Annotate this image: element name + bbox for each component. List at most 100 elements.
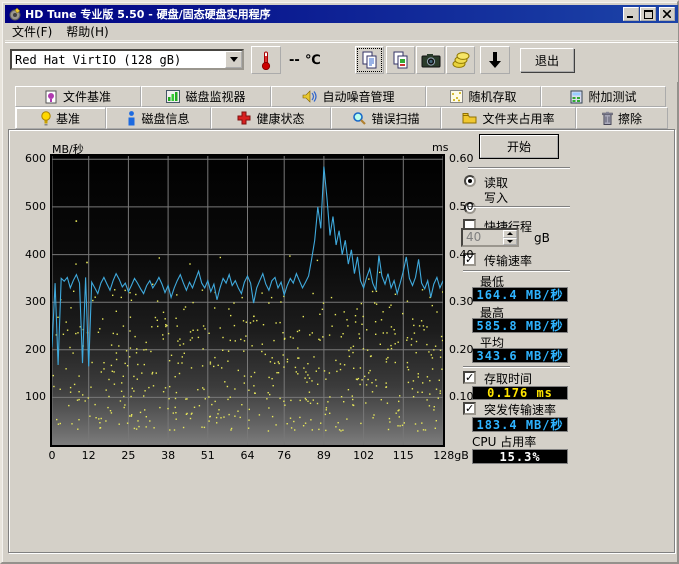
chevron-down-icon bbox=[507, 240, 513, 243]
copy-text-icon bbox=[361, 51, 379, 69]
title-bar: HD Tune 专业版 5.50 - 硬盘/固态硬盘实用程序 bbox=[5, 5, 678, 23]
access-time-label: 存取时间 bbox=[484, 370, 532, 387]
extra-tests-icon bbox=[570, 90, 583, 104]
benchmark-chart bbox=[50, 154, 445, 447]
separator bbox=[463, 366, 570, 368]
tab-label: 文件基准 bbox=[63, 88, 111, 105]
y-axis-tick-left: 200 bbox=[6, 343, 46, 356]
menu-help[interactable]: 帮助(H) bbox=[59, 22, 115, 41]
health-cross-icon bbox=[237, 111, 251, 125]
folder-icon bbox=[462, 112, 477, 124]
cpu-usage-label: CPU 占用率 bbox=[472, 433, 536, 450]
cpu-usage-value-display: 15.3% bbox=[472, 449, 568, 464]
average-value-display: 343.6 MB/秒 bbox=[472, 348, 568, 363]
maximize-button[interactable] bbox=[640, 7, 656, 21]
temperature-button[interactable] bbox=[251, 46, 281, 74]
drive-select[interactable]: Red Hat VirtIO (128 gB) bbox=[10, 49, 244, 70]
app-window: HD Tune 专业版 5.50 - 硬盘/固态硬盘实用程序 文件(F) 帮助(… bbox=[0, 0, 679, 564]
transfer-rate-label: 传输速率 bbox=[484, 252, 532, 269]
x-axis-tick: 89 bbox=[304, 449, 344, 462]
disk-info-icon bbox=[127, 111, 136, 126]
close-button[interactable] bbox=[659, 7, 675, 21]
tab-disk-monitor[interactable]: 磁盘监视器 bbox=[141, 86, 271, 107]
x-axis-tick: 115 bbox=[383, 449, 423, 462]
separator bbox=[468, 206, 570, 208]
tab-label: 磁盘监视器 bbox=[185, 88, 245, 105]
write-radio-label: 写入 bbox=[484, 189, 508, 206]
screenshot-button[interactable] bbox=[416, 46, 445, 74]
y-axis-tick-right: 0.10 bbox=[449, 390, 474, 403]
tab-label: 磁盘信息 bbox=[141, 110, 189, 127]
window-title: HD Tune 专业版 5.50 - 硬盘/固态硬盘实用程序 bbox=[25, 6, 271, 22]
temperature-unit: ℃ bbox=[305, 53, 321, 68]
short-stroke-size-stepper[interactable]: 40 bbox=[461, 228, 519, 247]
x-axis-tick: 0 bbox=[32, 449, 72, 462]
copy-image-icon bbox=[392, 51, 410, 69]
tab-aam[interactable]: 自动噪音管理 bbox=[271, 86, 426, 107]
tab-file-benchmark[interactable]: 文件基准 bbox=[15, 86, 141, 107]
tab-folder-usage[interactable]: 文件夹占用率 bbox=[441, 107, 576, 129]
tab-health[interactable]: 健康状态 bbox=[211, 107, 331, 129]
copy-image-button[interactable] bbox=[386, 46, 415, 74]
y-axis-tick-left: 600 bbox=[6, 152, 46, 165]
tab-erase[interactable]: 擦除 bbox=[576, 107, 668, 129]
tab-label: 附加测试 bbox=[588, 88, 636, 105]
disk-monitor-icon bbox=[166, 90, 180, 103]
x-axis-tick: 51 bbox=[188, 449, 228, 462]
y-axis-tick-left: 500 bbox=[6, 200, 46, 213]
x-axis-tick: 25 bbox=[108, 449, 148, 462]
tab-label: 错误扫描 bbox=[371, 110, 419, 127]
trash-icon bbox=[602, 111, 613, 125]
chevron-down-icon bbox=[230, 57, 238, 62]
exit-button[interactable]: 退出 bbox=[520, 48, 574, 72]
x-axis-tick: 38 bbox=[148, 449, 188, 462]
random-access-icon bbox=[450, 90, 463, 103]
save-results-button[interactable] bbox=[480, 46, 510, 74]
y-axis-tick-left: 400 bbox=[6, 248, 46, 261]
separator bbox=[463, 270, 570, 272]
coins-icon bbox=[452, 51, 470, 69]
y-axis-tick-right: 0.60 bbox=[449, 152, 474, 165]
x-axis-tick: 64 bbox=[228, 449, 268, 462]
y-axis-tick-right: 0.50 bbox=[449, 200, 474, 213]
drive-select-dropdown-button[interactable] bbox=[225, 51, 242, 68]
x-axis-tick: 12 bbox=[69, 449, 109, 462]
x-axis-tick: 102 bbox=[344, 449, 384, 462]
tab-extra-tests[interactable]: 附加测试 bbox=[541, 86, 666, 107]
burst-rate-checkbox[interactable]: ✓ bbox=[463, 402, 476, 415]
coins-button[interactable] bbox=[446, 46, 475, 74]
file-benchmark-icon bbox=[45, 90, 58, 104]
benchmark-icon bbox=[41, 111, 51, 126]
menu-bar: 文件(F) 帮助(H) bbox=[5, 23, 678, 41]
menu-file[interactable]: 文件(F) bbox=[5, 22, 59, 41]
tab-label: 基准 bbox=[56, 110, 80, 127]
app-icon bbox=[8, 7, 22, 21]
access-time-checkbox[interactable]: ✓ bbox=[463, 371, 476, 384]
tab-label: 随机存取 bbox=[468, 88, 516, 105]
tab-label: 自动噪音管理 bbox=[322, 88, 394, 105]
minimize-icon bbox=[627, 10, 635, 18]
tab-label: 擦除 bbox=[618, 110, 642, 127]
stepper-down-button[interactable] bbox=[503, 238, 517, 246]
y-axis-tick-right: 0.40 bbox=[449, 248, 474, 261]
burst-rate-value-display: 183.4 MB/秒 bbox=[472, 417, 568, 432]
tab-disk-info[interactable]: 磁盘信息 bbox=[106, 107, 211, 129]
access-time-value-display: 0.176 ms bbox=[472, 386, 568, 400]
thermometer-icon bbox=[260, 50, 272, 70]
minimize-button[interactable] bbox=[623, 7, 639, 21]
x-axis-tick: 128gB bbox=[431, 449, 471, 462]
copy-text-button[interactable] bbox=[355, 46, 384, 74]
tab-benchmark[interactable]: 基准 bbox=[15, 107, 106, 129]
tab-random-access[interactable]: 随机存取 bbox=[426, 86, 541, 107]
x-axis-tick: 76 bbox=[264, 449, 304, 462]
y-axis-tick-right: 0.20 bbox=[449, 343, 474, 356]
camera-icon bbox=[421, 52, 441, 68]
capacity-unit-label: gB bbox=[534, 231, 550, 245]
tab-error-scan[interactable]: 错误扫描 bbox=[331, 107, 441, 129]
tab-row-bottom: 基准 磁盘信息 健康状态 错误扫描 bbox=[15, 107, 668, 129]
tab-label: 文件夹占用率 bbox=[482, 110, 554, 127]
stepper-up-button[interactable] bbox=[503, 230, 517, 238]
read-radio[interactable] bbox=[464, 175, 476, 187]
start-button[interactable]: 开始 bbox=[480, 135, 558, 158]
y-axis-tick-right: 0.30 bbox=[449, 295, 474, 308]
